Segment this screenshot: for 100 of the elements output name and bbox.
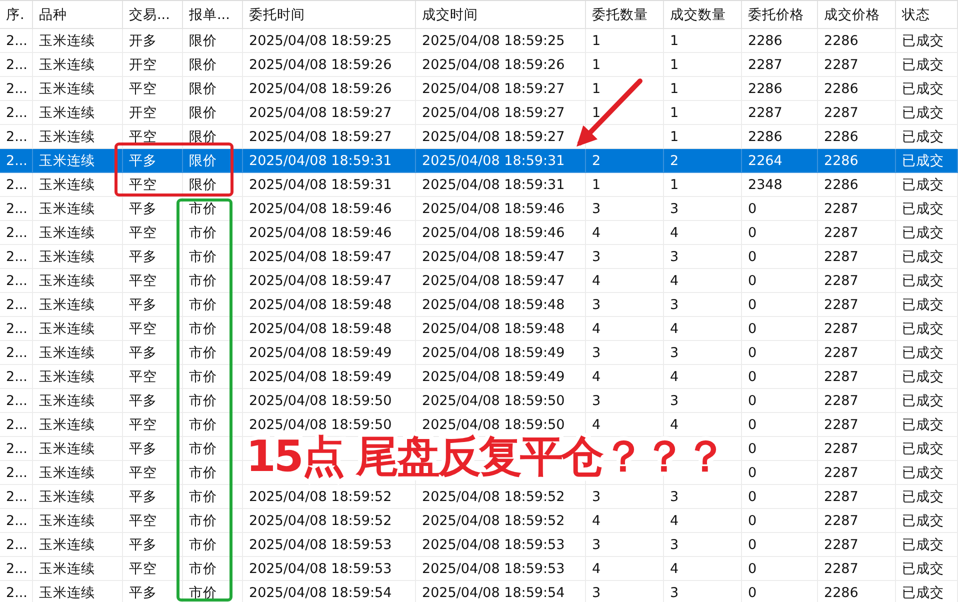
table-cell: 2025/04/08 18:59:47 [249, 248, 392, 264]
table-cell: 2264 [748, 152, 782, 168]
table-cell: 平空 [129, 416, 157, 434]
table-cell: 2025/04/08 18:59:52 [422, 512, 565, 528]
table-cell: 平空 [129, 368, 157, 386]
table-cell: 玉米连续 [39, 584, 95, 602]
table-cell: 2025/04/08 18:59:49 [249, 368, 392, 384]
table-cell: 0 [748, 416, 757, 432]
table-cell: 限价 [189, 104, 217, 122]
table-cell: 2286 [748, 128, 782, 144]
table-cell: 2... [6, 464, 28, 480]
table-cell: 2286 [824, 152, 858, 168]
table-cell: 已成交 [902, 488, 944, 506]
table-cell: 平多 [129, 392, 157, 410]
table-cell: 限价 [189, 32, 217, 50]
table-cell: 已成交 [902, 368, 944, 386]
column-header[interactable]: 委托价格 [742, 1, 818, 29]
table-cell: 市价 [189, 584, 217, 602]
table-cell: 市价 [189, 416, 217, 434]
column-header[interactable]: 成交价格 [818, 1, 896, 29]
column-header[interactable]: 交易... [123, 1, 183, 29]
table-cell: 平多 [129, 200, 157, 218]
table-row[interactable]: 2... 玉米连续 平多 市价 2025/04/08 18:59:49 2025/04/08 18:59:49 3 3 0 2287 已成交 [0, 341, 958, 365]
table-cell: 2025/04/08 18:59:48 [422, 296, 565, 312]
table-row[interactable]: 2... 玉米连续 平空 市价 2025/04/08 18:59:46 2025/04/08 18:59:46 4 4 0 2287 已成交 [0, 221, 958, 245]
table-row[interactable]: 2... 玉米连续 平多 市价 2025/04/08 18:59:52 2025/04/08 18:59:52 3 3 0 2287 已成交 [0, 485, 958, 509]
column-header[interactable]: 报单... [183, 1, 243, 29]
table-cell: 3 [670, 344, 679, 360]
table-cell: 已成交 [902, 32, 944, 50]
column-header[interactable]: 委托时间 [243, 1, 416, 29]
table-cell: 2348 [748, 176, 782, 192]
table-cell: 2287 [748, 104, 782, 120]
table-cell: 2025/04/08 18:59:26 [249, 56, 392, 72]
table-cell: 1 [592, 80, 601, 96]
table-cell: 3 [592, 392, 601, 408]
table-cell: 玉米连续 [39, 56, 95, 74]
table-cell: 玉米连续 [39, 416, 95, 434]
table-cell: 玉米连续 [39, 272, 95, 290]
table-cell: 市价 [189, 296, 217, 314]
column-header[interactable]: 状态 [896, 1, 958, 29]
table-row[interactable]: 2... 玉米连续 平多 市价 2025/04/08 18:59:54 2025/04/08 18:59:54 3 3 0 2286 已成交 [0, 581, 958, 602]
table-row[interactable]: 2... 玉米连续 平多 市价 2025/04/08 18:59:50 2025/04/08 18:59:50 3 3 0 2287 已成交 [0, 389, 958, 413]
table-cell: 0 [748, 392, 757, 408]
column-header[interactable]: 成交时间 [416, 1, 586, 29]
table-row[interactable]: 2... 玉米连续 平多 市价 2025/04/08 18:59:47 2025/04/08 18:59:47 3 3 0 2287 已成交 [0, 245, 958, 269]
table-cell: 平空 [129, 512, 157, 530]
table-cell: 2025/04/08 18:59:48 [249, 320, 392, 336]
table-cell: 2287 [824, 368, 858, 384]
table-cell: 已成交 [902, 392, 944, 410]
table-cell: 2... [6, 104, 28, 120]
table-cell: 2287 [824, 440, 858, 456]
table-cell: 0 [748, 320, 757, 336]
table-cell: 0 [748, 488, 757, 504]
table-row[interactable]: 2... 玉米连续 平空 限价 2025/04/08 18:59:31 2025/04/08 18:59:31 1 1 2348 2286 已成交 [0, 173, 958, 197]
table-cell: 3 [592, 584, 601, 600]
table-cell: 2025/04/08 18:59:46 [249, 224, 392, 240]
table-row[interactable]: 2... 玉米连续 平多 市价 2025/04/08 18:59:46 2025/04/08 18:59:46 3 3 0 2287 已成交 [0, 197, 958, 221]
table-cell: 市价 [189, 200, 217, 218]
table-cell: 3 [592, 536, 601, 552]
table-row[interactable]: 2... 玉米连续 平空 市价 2025/04/08 18:59:52 2025/04/08 18:59:52 4 4 0 2287 已成交 [0, 509, 958, 533]
table-cell: 平多 [129, 248, 157, 266]
table-row[interactable]: 2... 玉米连续 平空 市价 2025/04/08 18:59:53 2025/04/08 18:59:53 4 4 0 2287 已成交 [0, 557, 958, 581]
column-header[interactable]: 委托数量 [586, 1, 664, 29]
table-cell: 2287 [824, 56, 858, 72]
table-row[interactable]: 2... 玉米连续 平多 市价 2025/04/08 18:59:53 2025/04/08 18:59:53 3 3 0 2287 已成交 [0, 533, 958, 557]
table-cell: 平空 [129, 320, 157, 338]
table-row[interactable]: 2... 玉米连续 开多 限价 2025/04/08 18:59:25 2025/04/08 18:59:25 1 1 2286 2286 已成交 [0, 29, 958, 53]
table-cell: 2025/04/08 18:59:46 [422, 200, 565, 216]
column-header[interactable]: 序. [0, 1, 33, 29]
table-row[interactable]: 2... 玉米连续 平多 限价 2025/04/08 18:59:31 2025/04/08 18:59:31 2 2 2264 2286 已成交 [0, 149, 958, 173]
table-cell: 已成交 [902, 296, 944, 314]
table-cell: 市价 [189, 320, 217, 338]
table-cell: 4 [592, 560, 601, 576]
table-cell: 市价 [189, 536, 217, 554]
table-cell: 1 [670, 128, 679, 144]
table-cell: 2025/04/08 18:59:31 [422, 152, 565, 168]
table-cell: 2... [6, 536, 28, 552]
table-cell: 已成交 [902, 152, 944, 170]
table-row[interactable]: 2... 玉米连续 平空 市价 2025/04/08 18:59:49 2025/04/08 18:59:49 4 4 0 2287 已成交 [0, 365, 958, 389]
table-cell: 2287 [824, 320, 858, 336]
column-header[interactable]: 成交数量 [664, 1, 742, 29]
table-row[interactable]: 2... 玉米连续 平空 限价 2025/04/08 18:59:26 2025/04/08 18:59:27 1 1 2286 2286 已成交 [0, 77, 958, 101]
table-row[interactable]: 2... 玉米连续 平空 市价 2025/04/08 18:59:48 2025/04/08 18:59:48 4 4 0 2287 已成交 [0, 317, 958, 341]
table-cell: 2... [6, 128, 28, 144]
column-header[interactable]: 品种 [33, 1, 123, 29]
table-row[interactable]: 2... 玉米连续 平空 市价 2025/04/08 18:59:47 2025/04/08 18:59:47 4 4 0 2287 已成交 [0, 269, 958, 293]
table-cell: 市价 [189, 560, 217, 578]
table-cell: 玉米连续 [39, 152, 95, 170]
table-cell: 2025/04/08 18:59:50 [422, 416, 565, 432]
table-cell: 平多 [129, 296, 157, 314]
table-row[interactable]: 2... 玉米连续 开空 限价 2025/04/08 18:59:27 2025/04/08 18:59:27 1 1 2287 2287 已成交 [0, 101, 958, 125]
table-cell: 2025/04/08 18:59:54 [249, 584, 392, 600]
table-row[interactable]: 2... 玉米连续 开空 限价 2025/04/08 18:59:26 2025/04/08 18:59:26 1 1 2287 2287 已成交 [0, 53, 958, 77]
table-cell: 2... [6, 56, 28, 72]
table-cell: 2287 [824, 416, 858, 432]
table-row[interactable]: 2... 玉米连续 平多 市价 2025/04/08 18:59:48 2025/04/08 18:59:48 3 3 0 2287 已成交 [0, 293, 958, 317]
table-cell: 2286 [748, 80, 782, 96]
table-cell: 市价 [189, 344, 217, 362]
table-cell: 2287 [748, 56, 782, 72]
table-cell: 已成交 [902, 128, 944, 146]
